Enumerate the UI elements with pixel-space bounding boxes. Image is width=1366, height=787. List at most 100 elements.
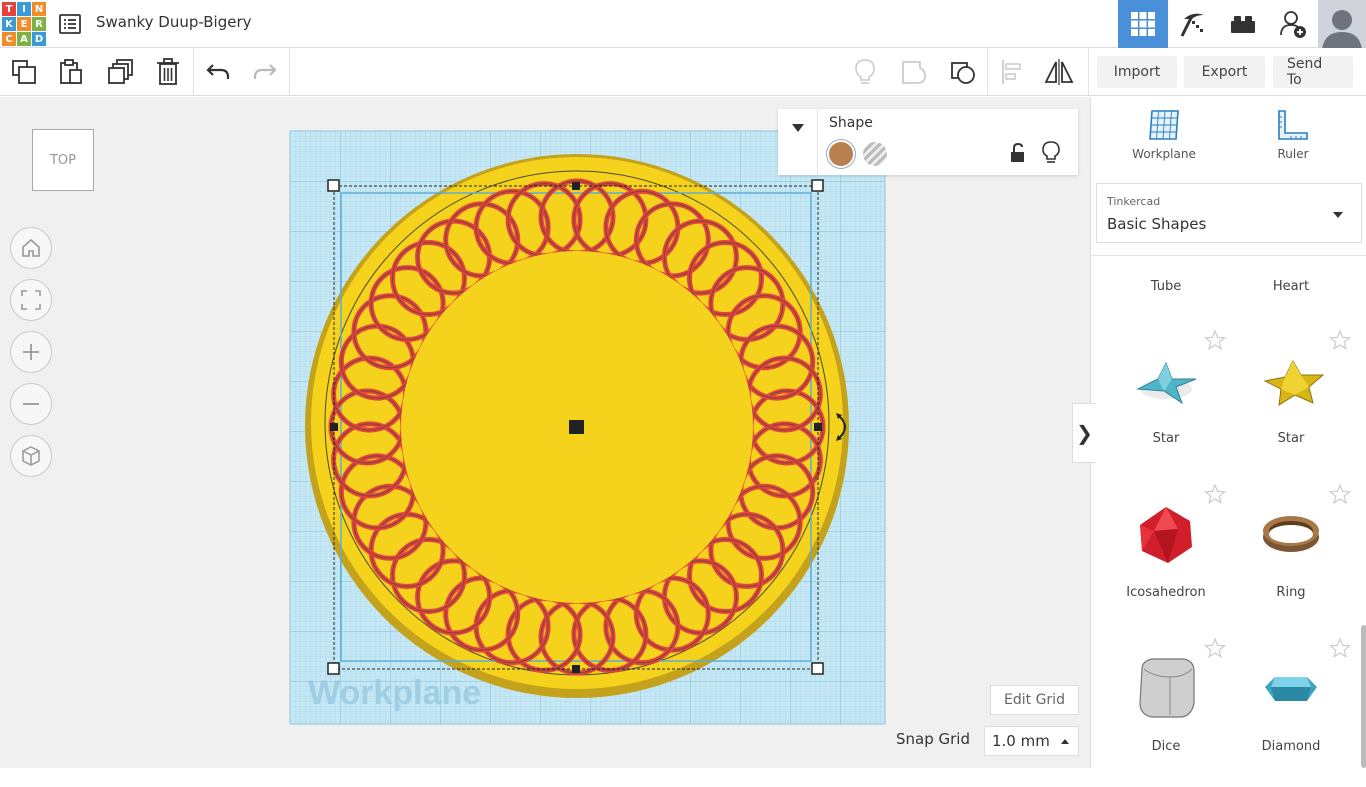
- group-icon: [902, 61, 926, 84]
- workplane-tool-label: Workplane: [1132, 147, 1196, 161]
- star-blue-icon: [1136, 361, 1197, 405]
- avatar-icon: [1322, 10, 1362, 48]
- edit-grid-button[interactable]: Edit Grid: [990, 685, 1079, 715]
- shape-star-yellow[interactable]: Star: [1231, 329, 1351, 479]
- logo-letter: T: [2, 2, 16, 16]
- center-handle[interactable]: [569, 420, 584, 434]
- lightbulb-icon[interactable]: [1040, 140, 1062, 164]
- top-bar: T I N K E R C A D Swanky Duup-Bigery: [0, 0, 1366, 48]
- ruler-tool-label: Ruler: [1277, 147, 1309, 161]
- chevron-right-icon: ❯: [1076, 421, 1093, 445]
- resize-handle[interactable]: [327, 662, 340, 675]
- duplicate-button[interactable]: [104, 56, 136, 88]
- shape-icosahedron[interactable]: Icosahedron: [1106, 483, 1226, 633]
- 3d-viewport[interactable]: TOP Workplane Shape Edit Grid Snap Grid …: [0, 97, 1090, 768]
- shape-ring[interactable]: Ring: [1231, 483, 1351, 633]
- top-right-nav: [1118, 0, 1366, 48]
- snap-grid-value: 1.0 mm: [992, 732, 1050, 750]
- copy-button[interactable]: [8, 56, 40, 88]
- mirror-button[interactable]: [1043, 56, 1075, 88]
- lightbulb-icon: [855, 59, 875, 84]
- resize-handle[interactable]: [327, 179, 340, 192]
- favorite-star-icon: [1204, 329, 1226, 351]
- resize-handle[interactable]: [811, 662, 824, 675]
- toolbar-divider: [289, 48, 290, 96]
- import-button[interactable]: Import: [1097, 56, 1177, 88]
- user-avatar[interactable]: [1318, 0, 1366, 48]
- shape-label-heart[interactable]: Heart: [1231, 279, 1351, 294]
- shape-name: Diamond: [1261, 739, 1321, 754]
- favorite-star-icon: [1329, 483, 1351, 505]
- resize-handle[interactable]: [811, 179, 824, 192]
- design-list-icon[interactable]: [58, 12, 82, 36]
- workplane-tool[interactable]: Workplane: [1104, 107, 1224, 169]
- workplane-scene[interactable]: Workplane: [0, 97, 1090, 768]
- solid-color-button[interactable]: [827, 140, 855, 168]
- add-user-button[interactable]: [1268, 0, 1318, 48]
- ruler-tool[interactable]: Ruler: [1233, 107, 1353, 169]
- favorite-star-icon: [1329, 329, 1351, 351]
- logo-letter: I: [17, 2, 31, 16]
- dice-icon: [1139, 658, 1195, 718]
- bricks-view-button[interactable]: [1218, 0, 1268, 48]
- add-user-icon: [1280, 11, 1306, 38]
- brick-icon: [1231, 16, 1255, 33]
- sidebar-scrollbar[interactable]: [1361, 625, 1366, 768]
- resize-handle[interactable]: [330, 423, 338, 431]
- resize-handle[interactable]: [814, 423, 822, 431]
- blocks-view-button[interactable]: [1168, 0, 1218, 48]
- toolbar-divider: [1088, 48, 1089, 96]
- ring-icon: [1263, 516, 1319, 552]
- shape-name: Ring: [1276, 585, 1306, 600]
- pickaxe-icon: [1180, 13, 1204, 37]
- caret-down-icon: [791, 124, 804, 132]
- inspector-title: Shape: [829, 115, 873, 131]
- resize-handle[interactable]: [572, 182, 580, 190]
- notes-button[interactable]: [849, 56, 881, 88]
- paste-button[interactable]: [55, 56, 87, 88]
- logo-letter: E: [17, 17, 31, 31]
- snap-grid-select[interactable]: 1.0 mm: [984, 726, 1079, 756]
- logo-letter: R: [32, 17, 46, 31]
- inspector-collapse-button[interactable]: [778, 109, 818, 175]
- duplicate-icon: [108, 59, 133, 84]
- delete-button[interactable]: [152, 56, 184, 88]
- shape-dice[interactable]: Dice: [1106, 637, 1226, 787]
- design-title[interactable]: Swanky Duup-Bigery: [96, 13, 252, 31]
- copy-icon: [12, 60, 36, 84]
- sidebar-collapse-button[interactable]: ❯: [1072, 403, 1096, 463]
- group-button[interactable]: [898, 56, 930, 88]
- toolbar-divider: [193, 48, 194, 96]
- hole-button[interactable]: [863, 142, 887, 166]
- logo-letter: K: [2, 17, 16, 31]
- shape-inspector: Shape: [778, 109, 1078, 175]
- icosahedron-icon: [1140, 507, 1192, 563]
- ungroup-button[interactable]: [947, 56, 979, 88]
- workplane-icon: [1149, 110, 1179, 140]
- send-to-button[interactable]: Send To: [1273, 56, 1353, 88]
- shape-name: Star: [1277, 431, 1305, 446]
- shape-name: Icosahedron: [1126, 585, 1206, 600]
- favorite-star-icon: [1329, 637, 1351, 659]
- library-name: Basic Shapes: [1107, 215, 1207, 233]
- 3d-design-view-button[interactable]: [1118, 0, 1168, 48]
- shape-star-blue[interactable]: Star: [1106, 329, 1226, 479]
- sidebar-divider: [1091, 255, 1366, 256]
- logo-letter: C: [2, 32, 16, 46]
- export-button[interactable]: Export: [1184, 56, 1265, 88]
- diamond-icon: [1265, 677, 1317, 701]
- align-button[interactable]: [996, 56, 1028, 88]
- redo-button[interactable]: [249, 56, 281, 88]
- edit-toolbar: Import Export Send To: [0, 48, 1366, 96]
- shape-library-select[interactable]: Tinkercad Basic Shapes: [1096, 183, 1362, 243]
- logo-letter: A: [17, 32, 31, 46]
- shape-label-tube[interactable]: Tube: [1106, 279, 1226, 294]
- tinkercad-logo[interactable]: T I N K E R C A D: [2, 2, 46, 46]
- undo-icon: [206, 64, 230, 79]
- shape-diamond[interactable]: Diamond: [1231, 637, 1351, 787]
- lock-icon[interactable]: [1007, 142, 1029, 164]
- paste-icon: [60, 59, 82, 84]
- undo-button[interactable]: [202, 56, 234, 88]
- logo-letter: N: [32, 2, 46, 16]
- resize-handle[interactable]: [572, 665, 580, 673]
